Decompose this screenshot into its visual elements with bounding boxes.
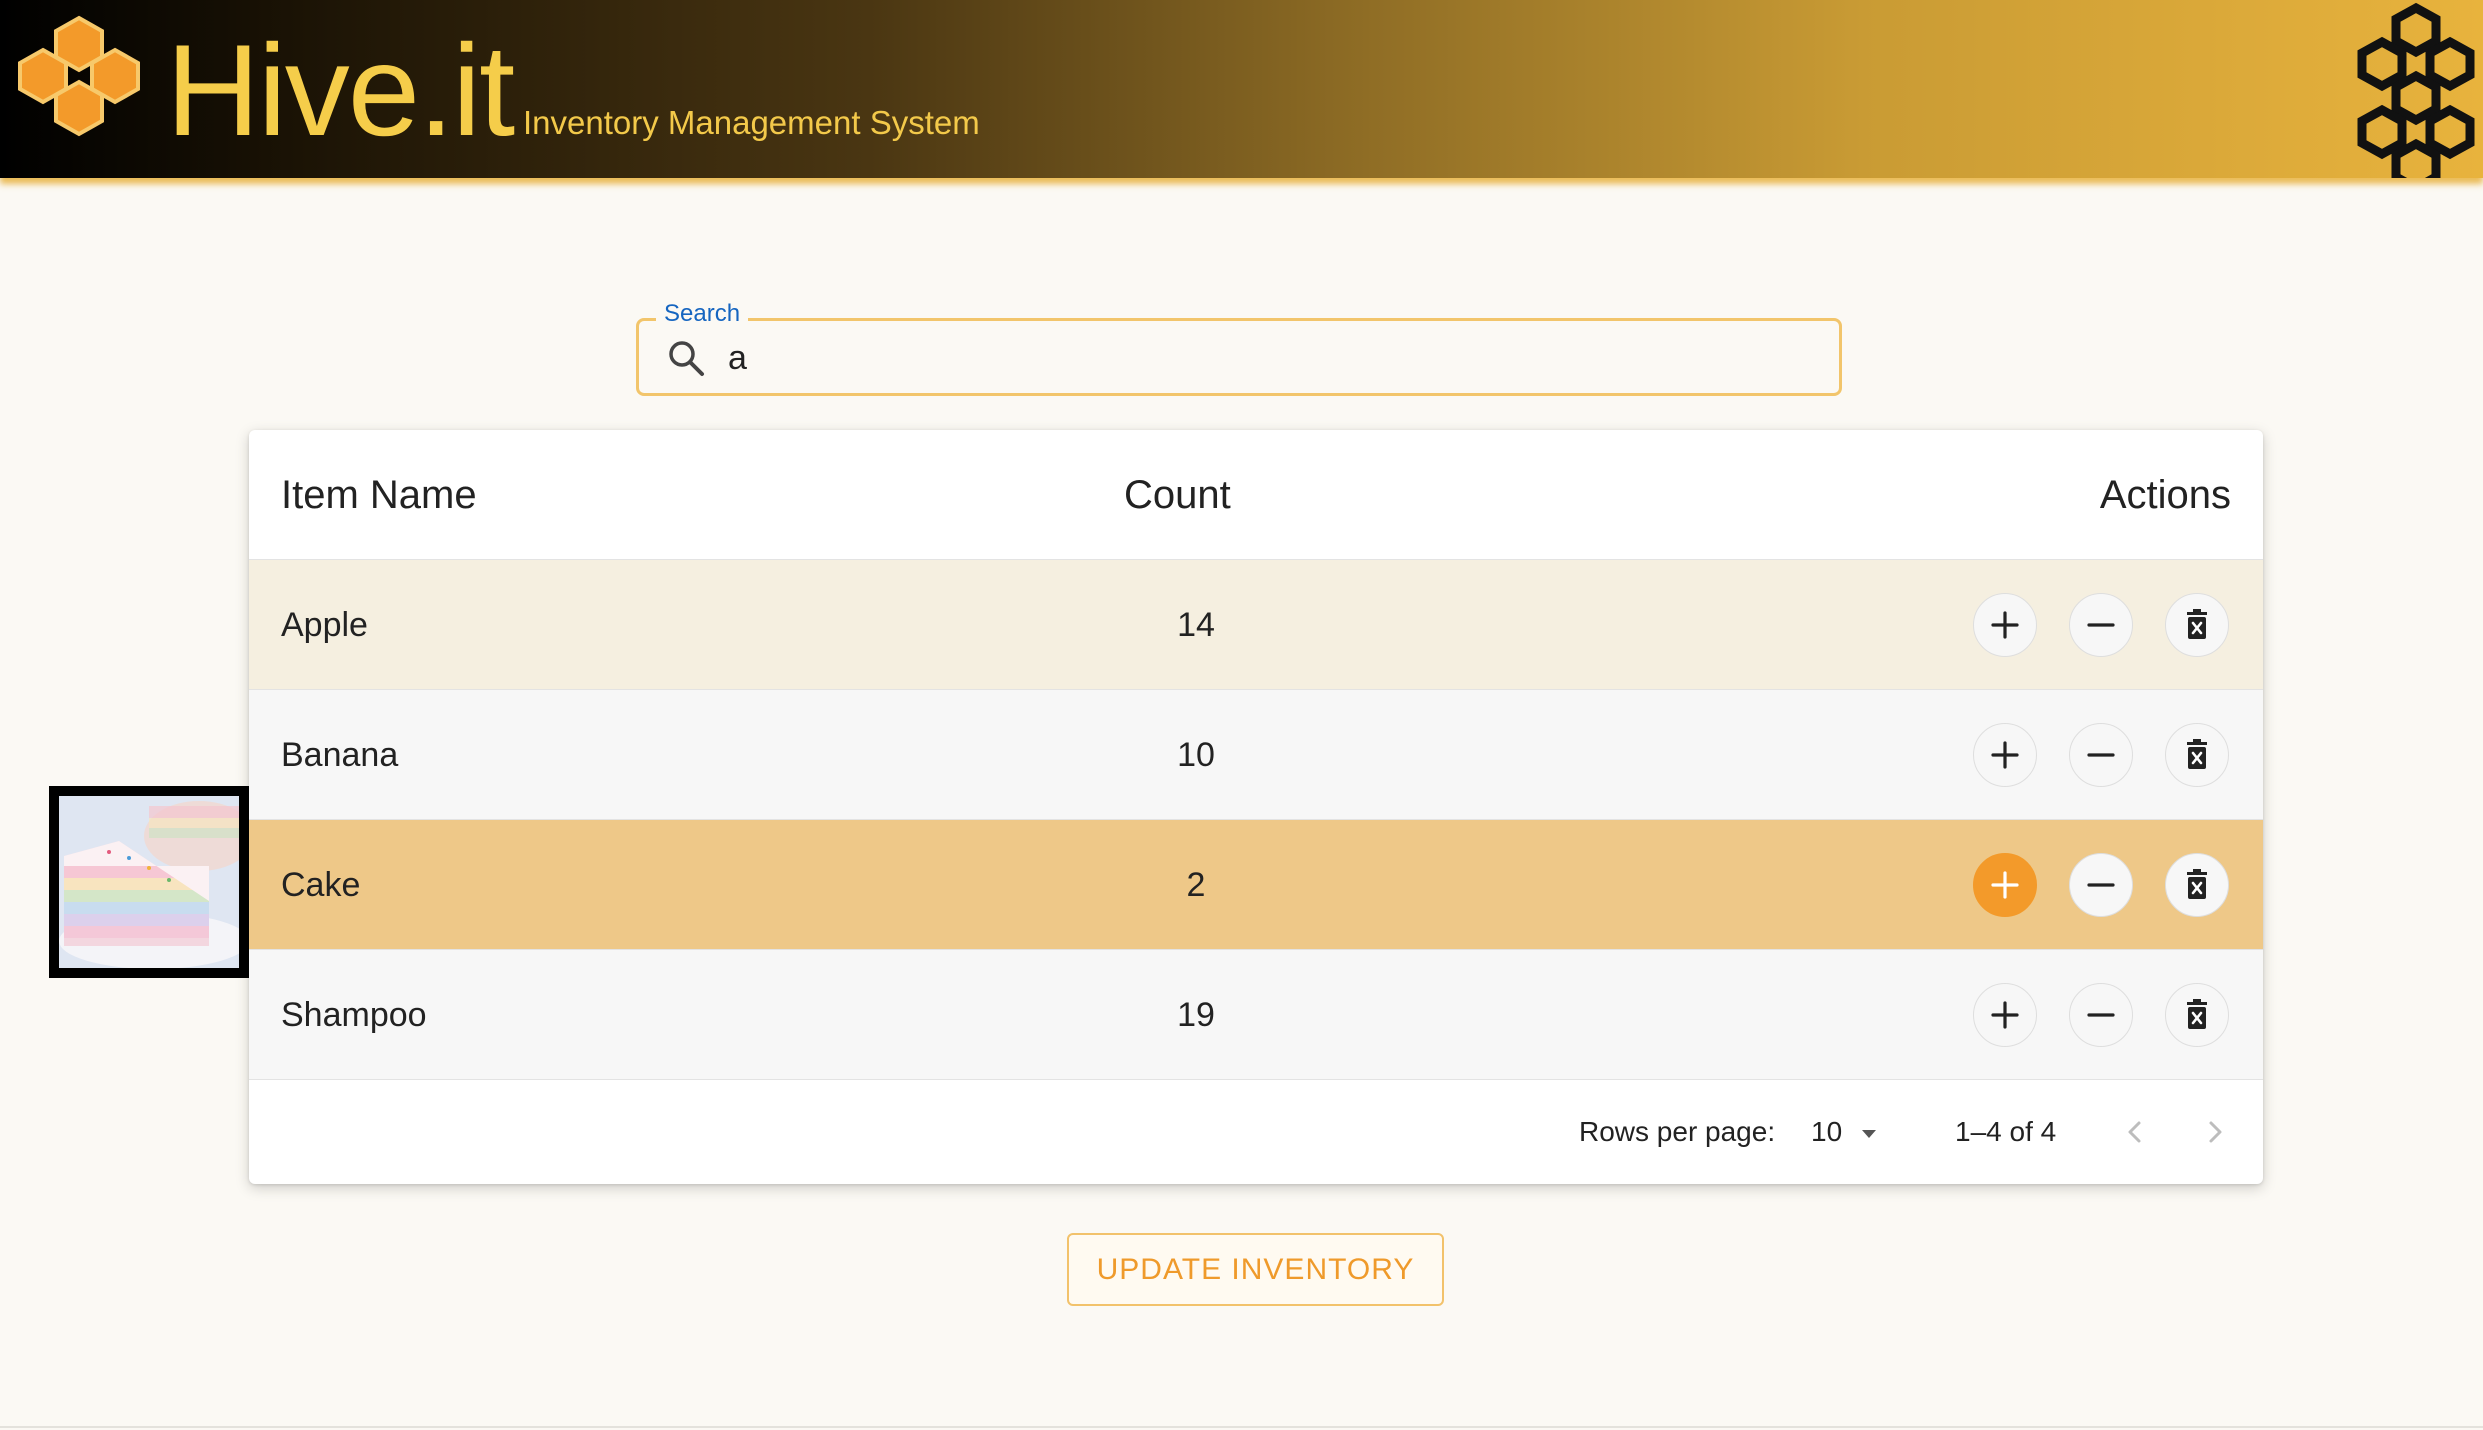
honeycomb-logo-icon — [18, 15, 140, 137]
item-count-cell: 14 — [1177, 606, 1215, 644]
trash-icon — [2187, 739, 2207, 769]
plus-icon — [1991, 741, 2019, 769]
increment-button[interactable] — [1973, 723, 2037, 787]
rows-per-page-select[interactable]: 10 — [1811, 1080, 1842, 1184]
search-input[interactable] — [726, 334, 1820, 382]
inventory-table: Item Name Count Actions Apple 14 Banana … — [249, 430, 2263, 1184]
brand-tagline: Inventory Management System — [523, 104, 980, 141]
search-icon — [669, 341, 704, 376]
rows-per-page-label: Rows per page: — [1579, 1116, 1776, 1147]
table-row[interactable]: Banana 10 — [249, 690, 2263, 820]
minus-icon — [2087, 883, 2115, 887]
item-count-cell: 19 — [1177, 996, 1215, 1034]
item-name-cell: Cake — [281, 866, 361, 904]
item-thumbnail — [49, 786, 249, 978]
item-name-cell: Apple — [281, 606, 368, 644]
trash-icon — [2187, 869, 2207, 899]
honeycomb-outline-icon — [2357, 2, 2475, 178]
column-header-actions: Actions — [2099, 473, 2231, 517]
plus-icon — [1991, 1001, 2019, 1029]
decrement-button[interactable] — [2069, 983, 2133, 1047]
table-row-selected[interactable]: Cake 2 — [249, 820, 2263, 950]
chevron-down-icon[interactable] — [1857, 1122, 1881, 1146]
delete-button[interactable] — [2165, 593, 2229, 657]
minus-icon — [2087, 753, 2115, 757]
minus-icon — [2087, 623, 2115, 627]
table-row[interactable]: Shampoo 19 — [249, 950, 2263, 1080]
trash-icon — [2187, 999, 2207, 1029]
delete-button[interactable] — [2165, 723, 2229, 787]
increment-button[interactable] — [1973, 853, 2037, 917]
page-range: 1–4 of 4 — [1955, 1116, 2057, 1147]
column-header-item-name[interactable]: Item Name — [281, 430, 477, 560]
minus-icon — [2087, 1013, 2115, 1017]
decrement-button[interactable] — [2069, 853, 2133, 917]
column-header-count[interactable]: Count — [1124, 430, 1231, 560]
item-count-cell: 10 — [1177, 736, 1215, 774]
plus-icon — [1991, 611, 2019, 639]
delete-button[interactable] — [2165, 853, 2229, 917]
trash-icon — [2187, 609, 2207, 639]
brand-title: Hive.it — [166, 17, 515, 163]
cake-image — [59, 796, 239, 968]
item-name-cell: Shampoo — [281, 996, 427, 1034]
increment-button[interactable] — [1973, 593, 2037, 657]
chevron-left-icon[interactable] — [2119, 1116, 2151, 1148]
delete-button[interactable] — [2165, 983, 2229, 1047]
decrement-button[interactable] — [2069, 723, 2133, 787]
decrement-button[interactable] — [2069, 593, 2133, 657]
table-pagination: Rows per page: 10 1–4 of 4 — [249, 1080, 2263, 1184]
item-name-cell: Banana — [281, 736, 399, 774]
plus-icon — [1991, 871, 2019, 899]
table-row[interactable]: Apple 14 — [249, 560, 2263, 690]
table-header: Item Name Count Actions — [249, 430, 2263, 560]
page-bottom-divider — [0, 1426, 2483, 1428]
cake-illustration — [59, 796, 239, 968]
app-header: Hive.it Inventory Management System — [0, 0, 2483, 178]
search-label: Search — [656, 300, 749, 328]
item-count-cell: 2 — [1186, 866, 1206, 904]
update-inventory-button[interactable]: UPDATE INVENTORY — [1067, 1233, 1444, 1306]
increment-button[interactable] — [1973, 983, 2037, 1047]
chevron-right-icon[interactable] — [2199, 1116, 2231, 1148]
